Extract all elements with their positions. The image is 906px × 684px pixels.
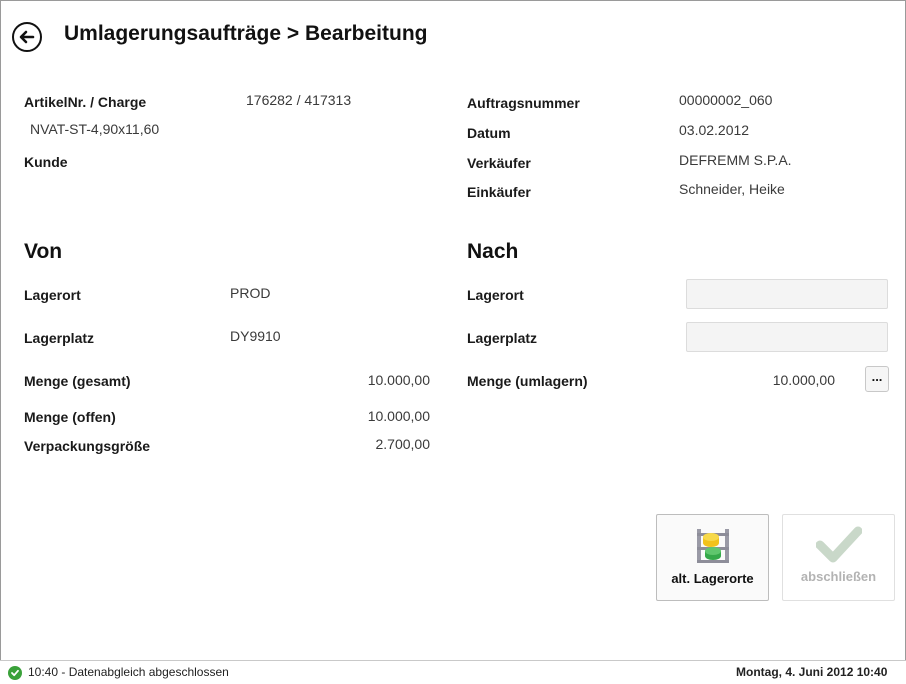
qty-browse-button[interactable]: ...: [865, 366, 889, 392]
qty-transfer-label: Menge (umlagern): [467, 373, 588, 389]
customer-label: Kunde: [24, 154, 68, 170]
seller-value: DEFREMM S.P.A.: [679, 152, 792, 168]
buyer-label: Einkäufer: [467, 184, 531, 200]
back-arrow-icon: [19, 30, 35, 44]
page-title: Umlagerungsaufträge > Bearbeitung: [64, 22, 428, 45]
to-place-input[interactable]: [686, 322, 888, 352]
article-charge-value: 176282 / 417313: [246, 92, 352, 108]
finish-button[interactable]: abschließen: [782, 514, 895, 601]
to-location-label: Lagerort: [467, 287, 524, 303]
qty-open-label: Menge (offen): [24, 409, 116, 425]
from-place-label: Lagerplatz: [24, 330, 95, 346]
sync-ok-icon: [8, 666, 22, 680]
alt-locations-label: alt. Lagerorte: [671, 571, 754, 586]
order-number-value: 00000002_060: [679, 92, 773, 108]
checkmark-icon: [815, 526, 862, 563]
status-datetime: Montag, 4. Juni 2012 10:40: [736, 665, 888, 679]
alt-locations-button[interactable]: alt. Lagerorte: [656, 514, 769, 601]
to-heading: Nach: [467, 240, 519, 263]
qty-transfer-value[interactable]: 10.000,00: [715, 372, 835, 388]
pack-size-value: 2.700,00: [375, 436, 431, 452]
from-location-label: Lagerort: [24, 287, 81, 303]
date-label: Datum: [467, 125, 511, 141]
article-charge-label: ArtikelNr. / Charge: [24, 94, 147, 110]
from-heading: Von: [24, 240, 63, 263]
qty-open-value: 10.000,00: [367, 408, 430, 424]
order-number-label: Auftragsnummer: [467, 95, 580, 111]
pack-size-label: Verpackungsgröße: [24, 438, 151, 454]
warehouse-shelf-icon: [696, 529, 729, 563]
to-place-label: Lagerplatz: [467, 330, 538, 346]
qty-total-label: Menge (gesamt): [24, 373, 131, 389]
from-place-value: DY9910: [230, 328, 281, 344]
article-description: NVAT-ST-4,90x11,60: [30, 121, 160, 137]
from-location-value: PROD: [230, 285, 271, 301]
qty-total-value: 10.000,00: [367, 372, 430, 388]
finish-label: abschließen: [800, 569, 877, 584]
back-button[interactable]: [12, 22, 42, 52]
seller-label: Verkäufer: [467, 155, 531, 171]
date-value: 03.02.2012: [679, 122, 750, 138]
to-location-input[interactable]: [686, 279, 888, 309]
status-message: 10:40 - Datenabgleich abgeschlossen: [28, 665, 229, 679]
buyer-value: Schneider, Heike: [679, 181, 785, 197]
